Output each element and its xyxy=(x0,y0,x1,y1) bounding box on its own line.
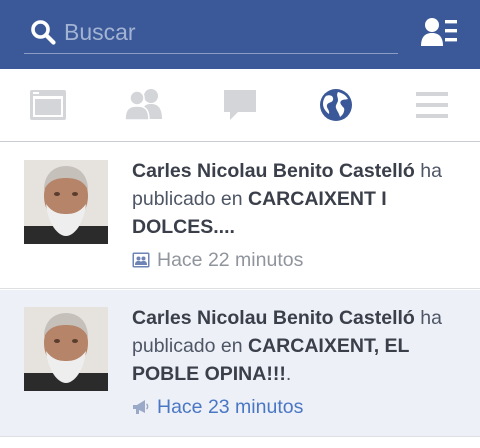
notification-meta: Hace 22 minutos xyxy=(132,246,303,274)
notification-meta: Hace 23 minutos xyxy=(132,393,303,421)
notification-time: Hace 22 minutos xyxy=(157,249,304,271)
top-bar xyxy=(0,0,480,69)
notification-item[interactable]: Carles Nicolau Benito Castelló ha public… xyxy=(0,143,480,289)
friend-requests-icon[interactable] xyxy=(124,87,164,123)
search-input[interactable] xyxy=(64,14,394,50)
notification-text: Carles Nicolau Benito Castelló ha public… xyxy=(132,157,462,241)
messages-icon[interactable] xyxy=(220,87,260,123)
notification-item-unread[interactable]: Carles Nicolau Benito Castelló ha public… xyxy=(0,290,480,437)
megaphone-icon xyxy=(133,400,149,414)
notification-time: Hace 23 minutos xyxy=(157,396,304,418)
bottom-strip xyxy=(0,437,480,448)
notification-text: Carles Nicolau Benito Castelló ha public… xyxy=(132,304,462,388)
group-icon xyxy=(132,252,150,268)
search-icon xyxy=(31,20,56,45)
friends-list-icon[interactable] xyxy=(420,16,460,50)
tab-bar xyxy=(0,69,480,142)
menu-icon[interactable] xyxy=(412,87,452,123)
avatar xyxy=(24,307,108,391)
avatar xyxy=(24,160,108,244)
notification-actor[interactable]: Carles Nicolau Benito Castelló xyxy=(132,307,415,329)
newsfeed-icon[interactable] xyxy=(28,87,68,123)
search-bar[interactable] xyxy=(24,10,398,54)
notification-trailing: . xyxy=(285,363,292,385)
notifications-globe-icon[interactable] xyxy=(316,87,356,123)
notification-actor[interactable]: Carles Nicolau Benito Castelló xyxy=(132,160,415,182)
